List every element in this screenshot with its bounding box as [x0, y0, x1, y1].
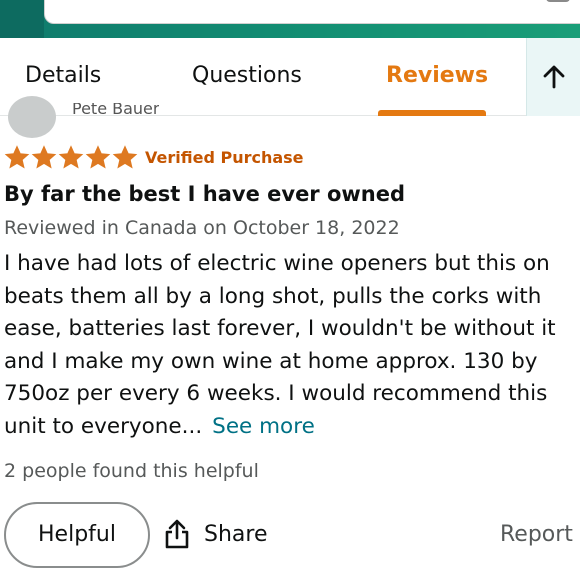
review-body: I have had lots of electric wine openers…	[4, 248, 578, 443]
star-icon	[58, 145, 84, 169]
helpful-button[interactable]: Helpful	[4, 502, 150, 568]
verified-purchase-badge: Verified Purchase	[145, 148, 304, 167]
tab-reviews[interactable]: Reviews	[386, 63, 488, 88]
see-more-link[interactable]: See more	[212, 414, 315, 439]
helpful-count: 2 people found this helpful	[4, 460, 259, 482]
star-icon	[4, 145, 30, 169]
review-meta: Reviewed in Canada on October 18, 2022	[4, 217, 400, 239]
header-back-area[interactable]	[0, 0, 44, 38]
share-button[interactable]: Share	[162, 518, 268, 550]
scroll-to-top-button[interactable]	[526, 38, 580, 116]
avatar	[8, 96, 56, 138]
share-icon	[165, 519, 189, 549]
star-icon	[112, 145, 138, 169]
tab-details[interactable]: Details	[25, 63, 101, 88]
app-header	[0, 0, 580, 38]
reviewer-name[interactable]: Pete Bauer	[72, 103, 159, 116]
active-tab-indicator	[378, 110, 486, 116]
tab-questions[interactable]: Questions	[192, 63, 302, 88]
review-body-text: I have had lots of electric wine openers…	[4, 251, 556, 439]
review-title: By far the best I have ever owned	[4, 182, 406, 206]
star-icon	[31, 145, 57, 169]
scan-icon[interactable]	[546, 0, 570, 2]
star-rating	[4, 145, 138, 170]
report-link[interactable]: Report	[500, 522, 573, 547]
arrow-up-icon	[543, 65, 565, 89]
share-label: Share	[204, 521, 268, 547]
star-icon	[85, 145, 111, 169]
search-input[interactable]	[44, 0, 580, 24]
